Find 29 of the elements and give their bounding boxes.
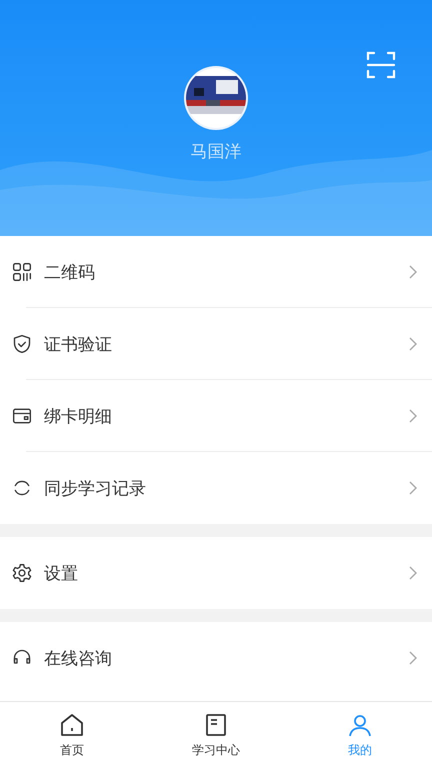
chevron-right-icon (408, 565, 418, 581)
settings-icon (12, 563, 32, 583)
menu-label: 同步学习记录 (44, 478, 147, 500)
menu-label: 证书验证 (44, 334, 113, 356)
home-icon (59, 712, 85, 738)
menu-item[interactable]: 二维码 (0, 236, 432, 308)
book-icon (203, 712, 229, 738)
chevron-right-icon (408, 336, 418, 352)
tab[interactable]: 学习中心 (144, 702, 288, 768)
menu-label: 在线咨询 (44, 648, 113, 670)
user-name: 马国洋 (190, 141, 242, 163)
menu-item[interactable]: 绑卡明细 (0, 380, 432, 452)
menu-label: 绑卡明细 (44, 406, 113, 428)
menu-label: 二维码 (44, 262, 96, 284)
menu-item[interactable]: 在线咨询 (0, 622, 432, 694)
tab[interactable]: 首页 (0, 702, 144, 768)
menu-item[interactable]: 证书验证 (0, 308, 432, 380)
chevron-right-icon (408, 650, 418, 666)
chevron-right-icon (408, 480, 418, 496)
qr-code-icon (12, 262, 32, 282)
chevron-right-icon (408, 264, 418, 280)
scan-icon[interactable] (366, 50, 396, 80)
sync-icon (12, 478, 32, 498)
menu-item[interactable]: 同步学习记录 (0, 452, 432, 524)
menu-item[interactable]: 设置 (0, 537, 432, 609)
card-icon (12, 406, 32, 426)
menu-label: 设置 (44, 562, 79, 584)
shield-check-icon (12, 334, 32, 354)
chevron-right-icon (408, 408, 418, 424)
